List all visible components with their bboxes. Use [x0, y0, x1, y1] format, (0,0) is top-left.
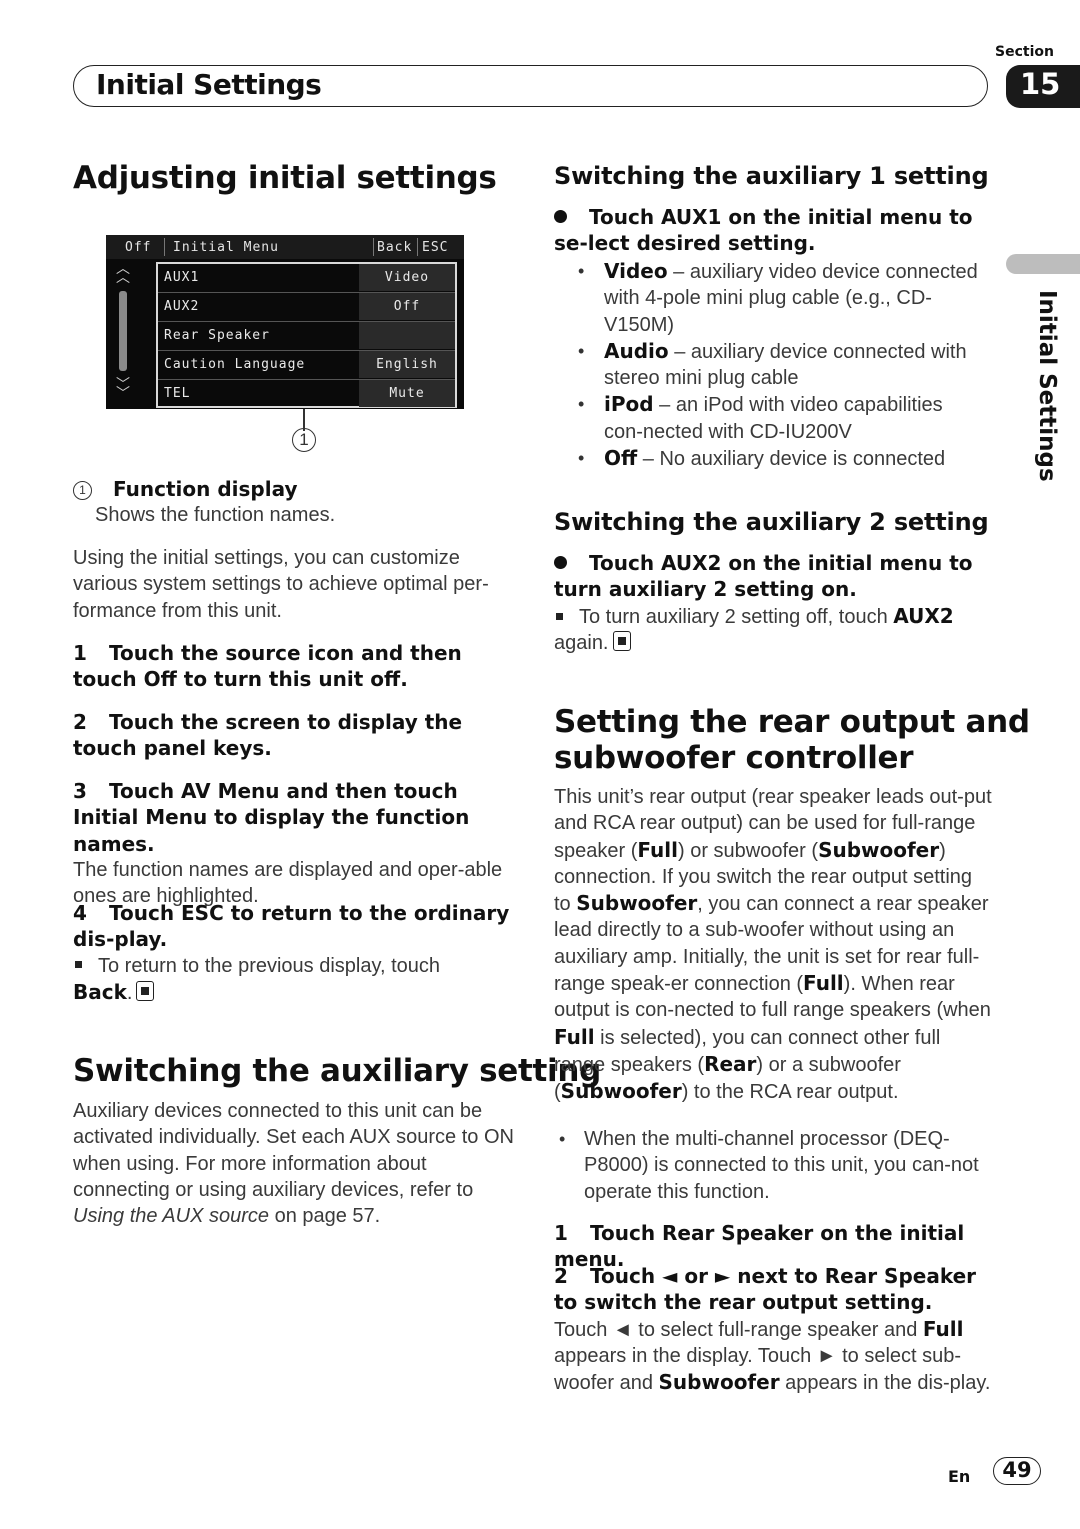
section-label: Section: [995, 44, 1054, 60]
callout-number: 1: [292, 428, 316, 452]
screen-top-bar: Off Initial Menu Back ESC: [106, 235, 464, 259]
end-mark-icon: [612, 631, 631, 652]
step-1: 1 Touch the source icon and then touch Of…: [73, 641, 462, 692]
aux1-option-ipod: iPod – an iPod with video capabilities c…: [554, 391, 984, 445]
heading-aux1: Switching the auxiliary 1 setting: [554, 162, 989, 190]
bold-term: Subwoofer: [576, 891, 698, 916]
bold-term: Rear: [704, 1051, 757, 1076]
bold-term: Subwoofer: [658, 1370, 780, 1395]
aux2-instruction: Touch AUX2 on the initial menu to turn a…: [554, 551, 973, 602]
side-tab: Initial Settings: [1014, 290, 1062, 482]
aux1-instruction: Touch AUX1 on the initial menu to se-lec…: [554, 205, 973, 256]
page-title: Initial Settings: [96, 68, 322, 101]
legend-title: Function display: [112, 477, 298, 501]
screen-esc-button: ESC: [422, 240, 449, 255]
step-bullet-icon: [554, 210, 567, 223]
bold-term: Full: [554, 1024, 595, 1049]
heading-adjusting-initial-settings: Adjusting initial settings: [73, 160, 497, 196]
aux1-option-video: Video – auxiliary video device connected…: [554, 258, 984, 338]
scroll-down-icon: ﹀ ﹀: [116, 377, 130, 402]
rear-paragraph: This unit’s rear output (rear speaker le…: [554, 784, 994, 1106]
text-run: ) or subwoofer (: [678, 839, 819, 862]
aux1-option-audio: Audio – auxiliary device connected with …: [554, 338, 984, 392]
rear-step-2-desc: Touch ◄ to select full-range speaker and…: [554, 1316, 994, 1397]
function-display: AUX1 Video AUX2 Off Rear Speaker Caution…: [156, 262, 457, 408]
text-run: Touch ◄ to select full-range speaker and: [554, 1318, 923, 1341]
step-4-note: To return to the previous display, touch…: [73, 954, 441, 1004]
legend-number: 1: [73, 481, 92, 500]
aux2-note: To turn auxiliary 2 setting off, touch A…: [554, 604, 954, 655]
intro-paragraph: Using the initial settings, you can cust…: [73, 547, 489, 622]
step-2: 2 Touch the screen to display the touch p…: [73, 710, 463, 761]
step-bullet-icon: [554, 556, 567, 569]
side-tab-marker: [1006, 254, 1080, 274]
menu-row-aux1: AUX1 Video: [158, 264, 455, 293]
page-number: 49: [1002, 1458, 1032, 1482]
menu-row-tel: TEL Mute: [158, 380, 455, 408]
menu-row-aux2: AUX2 Off: [158, 293, 455, 322]
text-run: appears in the dis-play.: [779, 1372, 991, 1395]
scroll-thumb: [119, 291, 127, 371]
section-number: 15: [1020, 67, 1061, 101]
aux-source-link[interactable]: Using the AUX source: [73, 1205, 269, 1227]
bold-term: Full: [803, 971, 844, 996]
legend-function-display: 1 Function display Shows the function na…: [73, 476, 513, 529]
step-4: 4 Touch ESC to return to the ordinary dis…: [73, 900, 513, 1006]
scroll-up-icon: ︿ ︿: [116, 261, 130, 286]
aux-paragraph: Auxiliary devices connected to this unit…: [73, 1100, 514, 1228]
aux1-options: Video – auxiliary video device connected…: [554, 258, 984, 472]
rear-bullet: When the multi-channel processor (DEQ-P8…: [554, 1126, 1004, 1205]
function-display-screenshot: Off Initial Menu Back ESC ︿ ︿ ﹀ ﹀ AUX1 Vid…: [106, 235, 464, 409]
note-square-icon: [75, 961, 82, 969]
screen-off-button: Off: [125, 240, 152, 255]
note-square-icon: [556, 612, 563, 620]
aux1-option-off: Off – No auxiliary device is connected: [554, 445, 984, 472]
bold-term: Full: [922, 1316, 964, 1341]
step-3: 3 Touch AV Menu and then touch Initial Me…: [73, 778, 513, 909]
side-tab-label: Initial Settings: [1034, 290, 1060, 482]
rear-step-2: 2 Touch ◄ or ► next to Rear Speaker to sw…: [554, 1263, 994, 1396]
menu-row-rear-speaker: Rear Speaker: [158, 322, 455, 351]
heading-rear-output: Setting the rear output and subwoofer co…: [554, 704, 1030, 776]
screen-back-button: Back: [377, 240, 413, 255]
language-label: En: [948, 1467, 971, 1486]
bold-term: Full: [637, 837, 678, 862]
bold-term: Subwoofer: [560, 1079, 682, 1104]
screen-menu-title: Initial Menu: [173, 240, 279, 255]
bold-term: Subwoofer: [818, 837, 940, 862]
text-run: ) to the RCA rear output.: [681, 1081, 899, 1104]
menu-row-caution-language: Caution Language English: [158, 351, 455, 380]
legend-desc: Shows the function names.: [95, 504, 336, 527]
heading-aux2: Switching the auxiliary 2 setting: [554, 508, 989, 536]
heading-switching-auxiliary-setting: Switching the auxiliary setting: [73, 1053, 602, 1089]
end-mark-icon: [136, 980, 155, 1001]
